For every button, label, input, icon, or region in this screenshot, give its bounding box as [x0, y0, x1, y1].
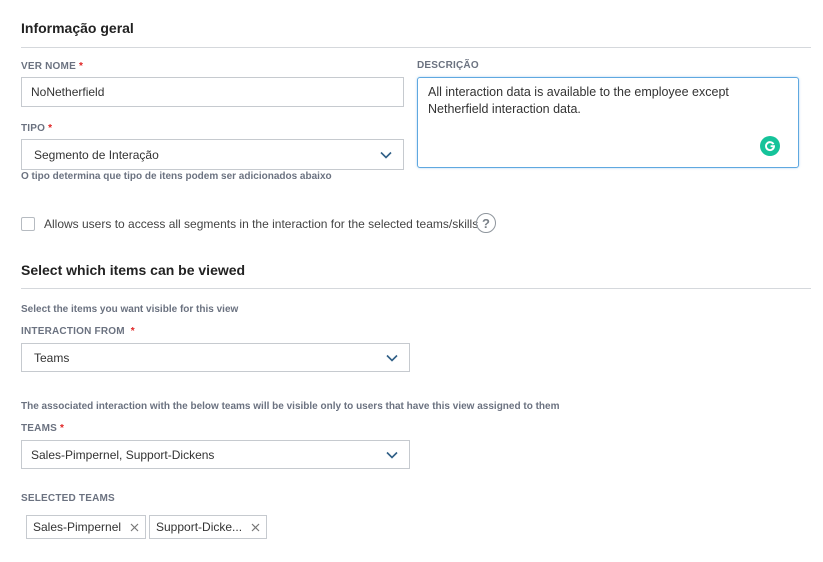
required-mark: *: [60, 423, 65, 434]
teams-select[interactable]: Sales-Pimpernel, Support-Dickens: [21, 440, 410, 469]
required-mark: *: [78, 61, 84, 72]
type-select-value: Segmento de Interação: [34, 147, 159, 162]
grammarly-icon[interactable]: [760, 136, 780, 156]
chevron-down-icon: [380, 151, 392, 159]
access-all-segments-checkbox[interactable]: [21, 217, 35, 231]
teams-hint: The associated interaction with the belo…: [21, 401, 560, 412]
close-icon[interactable]: [251, 523, 260, 532]
help-icon[interactable]: ?: [476, 213, 496, 233]
type-hint: O tipo determina que tipo de itens podem…: [21, 171, 332, 182]
type-select[interactable]: Segmento de Interação: [21, 139, 404, 170]
teams-label: TEAMS *: [21, 423, 65, 434]
required-mark: *: [130, 326, 135, 337]
interaction-from-value: Teams: [34, 350, 70, 365]
interaction-from-label: INTERACTION FROM *: [21, 326, 135, 337]
items-section-title: Select which items can be viewed: [21, 262, 246, 278]
access-all-segments-label: Allows users to access all segments in t…: [44, 217, 479, 231]
general-section-title: Informação geral: [21, 20, 134, 36]
general-divider: [21, 47, 811, 48]
chevron-down-icon: [386, 451, 398, 459]
type-label: TIPO *: [21, 123, 53, 134]
selected-team-name: Support-Dicke...: [156, 520, 243, 534]
close-icon[interactable]: [130, 523, 139, 532]
description-label: DESCRIÇÃO: [417, 60, 479, 71]
interaction-from-select[interactable]: Teams: [21, 343, 410, 372]
selected-team-name: Sales-Pimpernel: [33, 520, 122, 534]
selected-teams-label: SELECTED TEAMS: [21, 493, 115, 504]
teams-select-value: Sales-Pimpernel, Support-Dickens: [31, 447, 215, 462]
required-mark: *: [48, 123, 53, 134]
chevron-down-icon: [386, 354, 398, 362]
items-hint: Select the items you want visible for th…: [21, 304, 239, 315]
selected-team-chip: Sales-Pimpernel: [26, 515, 147, 539]
view-name-label: VER NOME *: [21, 61, 84, 72]
selected-team-chip: Support-Dicke...: [149, 515, 268, 539]
items-divider: [21, 288, 811, 289]
description-textarea[interactable]: All interaction data is available to the…: [417, 77, 799, 168]
view-name-input[interactable]: [21, 77, 404, 107]
